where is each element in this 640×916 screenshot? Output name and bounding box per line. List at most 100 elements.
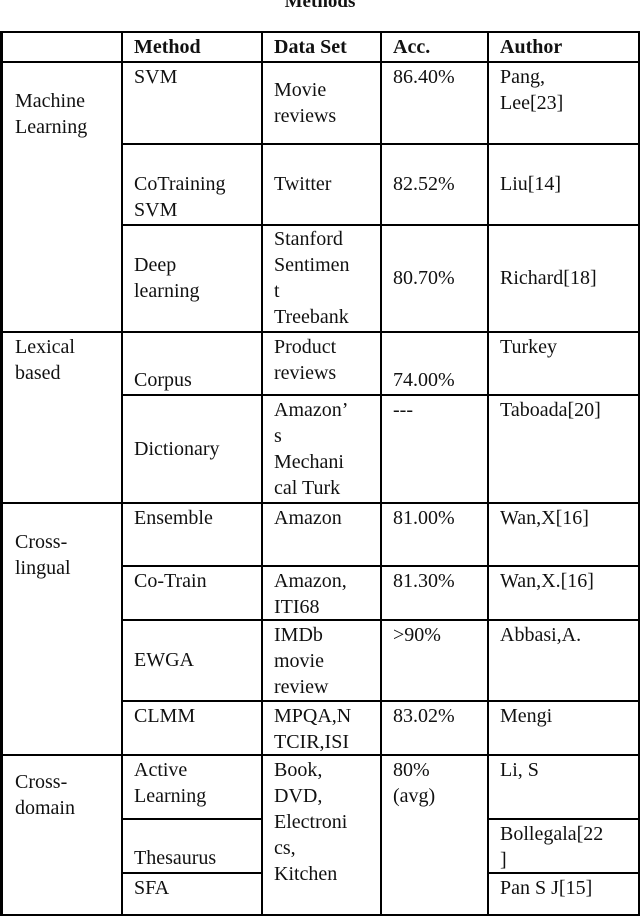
- table-title: Methods: [284, 0, 356, 12]
- header-author-text: Author: [500, 36, 563, 59]
- header-dataset-text: Data Set: [274, 36, 347, 59]
- author-cell-text: Wan,X[16]: [500, 507, 589, 529]
- header-method: Method: [121, 32, 263, 63]
- dataset-cell-text: Movie reviews: [274, 78, 337, 127]
- method-cell: SFA: [121, 872, 263, 916]
- author-cell-text: Wan,X.[16]: [500, 570, 594, 592]
- author-cell: Abbasi,A.: [487, 619, 640, 702]
- method-cell: Deep learning: [121, 224, 263, 333]
- acc-cell: 86.40%: [380, 61, 489, 145]
- acc-cell-text: 81.30%: [393, 570, 455, 592]
- dataset-cell: Amazon, ITI68: [261, 565, 382, 621]
- dataset-cell-text: IMDb movie review: [274, 624, 329, 698]
- author-cell-text: Pang, Lee[23]: [500, 66, 564, 114]
- author-cell: Richard[18]: [487, 224, 640, 333]
- author-cell-text: Turkey: [500, 336, 558, 358]
- author-cell-text: Mengi: [500, 705, 553, 727]
- category-lexical-based-text: Lexical based: [15, 336, 75, 384]
- header-category: [1, 32, 123, 63]
- acc-cell-text: 74.00%: [393, 368, 455, 391]
- dataset-cell-text: Product reviews: [274, 336, 337, 384]
- acc-cell-text: 86.40%: [393, 66, 455, 88]
- acc-cell-text: 83.02%: [393, 705, 455, 727]
- method-cell-text: Deep learning: [134, 254, 200, 303]
- dataset-cell-text: Amazon: [274, 507, 342, 529]
- method-cell: EWGA: [121, 619, 263, 702]
- author-cell: Liu[14]: [487, 143, 640, 226]
- header-dataset: Data Set: [261, 32, 382, 63]
- method-cell-text: Thesaurus: [134, 846, 217, 869]
- dataset-cell-text: Amazon’ s Mechani cal Turk: [274, 399, 349, 499]
- acc-cell: 81.00%: [380, 502, 489, 567]
- acc-cell: 74.00%: [380, 331, 489, 396]
- method-cell-text: Dictionary: [134, 437, 220, 460]
- method-cell: Corpus: [121, 331, 263, 396]
- author-cell-text: Liu[14]: [500, 173, 562, 196]
- dataset-cell: Product reviews: [261, 331, 382, 396]
- header-method-text: Method: [134, 36, 201, 59]
- method-cell: Thesaurus: [121, 818, 263, 874]
- dataset-cell-text: Book, DVD, Electroni cs, Kitchen: [274, 759, 348, 885]
- method-cell-text: EWGA: [134, 649, 194, 672]
- method-cell: SVM: [121, 61, 263, 145]
- dataset-cell: Movie reviews: [261, 61, 382, 145]
- category-lexical-based: Lexical based: [1, 331, 123, 504]
- method-cell: Ensemble: [121, 502, 263, 567]
- dataset-cell: Stanford Sentimen t Treebank: [261, 224, 382, 333]
- author-cell-text: Pan S J[15]: [500, 877, 593, 899]
- author-cell-text: Richard[18]: [500, 267, 597, 290]
- author-cell: Turkey: [487, 331, 640, 396]
- dataset-cell-text: MPQA,N TCIR,ISI: [274, 705, 352, 753]
- dataset-cell: Book, DVD, Electroni cs, Kitchen: [261, 754, 382, 916]
- method-cell-text: CoTraining SVM: [134, 172, 226, 221]
- author-cell: Li, S: [487, 754, 640, 820]
- dataset-cell: Amazon: [261, 502, 382, 567]
- acc-cell-text: 80.70%: [393, 267, 455, 290]
- dataset-cell: Amazon’ s Mechani cal Turk: [261, 394, 382, 504]
- category-cross-lingual: Cross- lingual: [1, 502, 123, 756]
- author-cell: Pan S J[15]: [487, 872, 640, 916]
- dataset-cell-text: Twitter: [274, 173, 332, 196]
- header-acc-text: Acc.: [393, 36, 431, 59]
- dataset-cell: MPQA,N TCIR,ISI: [261, 700, 382, 756]
- acc-cell: 80% (avg): [380, 754, 489, 916]
- author-cell-text: Taboada[20]: [500, 399, 601, 421]
- category-cross-domain-text: Cross- domain: [15, 771, 75, 819]
- method-cell-text: CLMM: [134, 705, 196, 727]
- acc-cell: 80.70%: [380, 224, 489, 333]
- method-cell-text: Ensemble: [134, 507, 213, 529]
- acc-cell: 83.02%: [380, 700, 489, 756]
- category-cross-domain: Cross- domain: [1, 754, 123, 916]
- dataset-cell-text: Amazon, ITI68: [274, 570, 347, 618]
- category-cross-lingual-text: Cross- lingual: [15, 531, 71, 579]
- author-cell: Pang, Lee[23]: [487, 61, 640, 145]
- acc-cell: ---: [380, 394, 489, 504]
- method-cell: CLMM: [121, 700, 263, 756]
- category-machine-learning-text: Machine Learning: [15, 90, 88, 138]
- method-cell: Co-Train: [121, 565, 263, 621]
- method-cell-text: SFA: [134, 877, 170, 899]
- author-cell-text: Abbasi,A.: [500, 624, 582, 646]
- author-cell: Taboada[20]: [487, 394, 640, 504]
- acc-cell-text: 80% (avg): [393, 759, 436, 807]
- dataset-cell: Twitter: [261, 143, 382, 226]
- acc-cell: >90%: [380, 619, 489, 702]
- acc-cell: 81.30%: [380, 565, 489, 621]
- acc-cell-text: 82.52%: [393, 173, 455, 196]
- method-cell-text: SVM: [134, 66, 178, 88]
- acc-cell-text: >90%: [393, 624, 441, 646]
- author-cell: Wan,X.[16]: [487, 565, 640, 621]
- acc-cell-text: 81.00%: [393, 507, 455, 529]
- header-acc: Acc.: [380, 32, 489, 63]
- method-cell: Dictionary: [121, 394, 263, 504]
- method-cell: CoTraining SVM: [121, 143, 263, 226]
- acc-cell: 82.52%: [380, 143, 489, 226]
- header-author: Author: [487, 32, 640, 63]
- dataset-cell: IMDb movie review: [261, 619, 382, 702]
- author-cell-text: Li, S: [500, 759, 539, 781]
- method-cell-text: Corpus: [134, 368, 192, 391]
- author-cell: Wan,X[16]: [487, 502, 640, 567]
- method-cell-text: Active Learning: [134, 759, 207, 807]
- author-cell: Mengi: [487, 700, 640, 756]
- method-cell: Active Learning: [121, 754, 263, 820]
